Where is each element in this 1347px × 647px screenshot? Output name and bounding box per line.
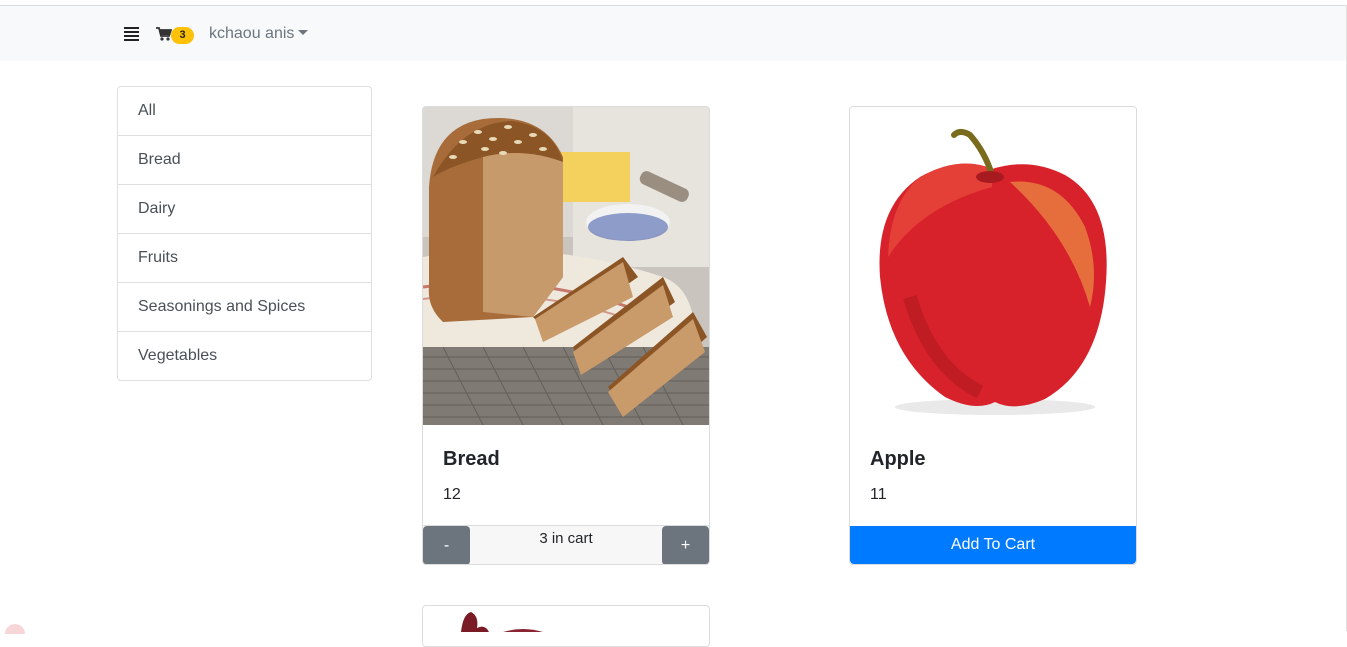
product-title: Bread [443,448,500,470]
product-image-partial [461,612,543,632]
product-image-bread [423,107,709,425]
list-icon[interactable] [122,26,142,42]
decorative-corner [5,624,25,634]
cart-count-badge: 3 [171,27,194,44]
navbar: 3 kchaou anis [0,6,1346,61]
category-item-seasonings[interactable]: Seasonings and Spices [118,282,371,331]
category-item-all[interactable]: All [118,87,371,135]
user-name: kchaou anis [209,25,295,42]
caret-down-icon [298,30,309,35]
category-item-dairy[interactable]: Dairy [118,184,371,233]
product-price: 12 [443,486,461,503]
category-item-bread[interactable]: Bread [118,135,371,184]
product-image-apple [850,107,1136,425]
product-card-apple: Apple 11 Add To Cart [849,106,1137,565]
product-card-partial [422,605,710,647]
product-title: Apple [870,448,926,470]
product-price: 11 [870,486,887,503]
category-item-fruits[interactable]: Fruits [118,233,371,282]
product-card-bread: Bread 12 - 3 in cart + [422,106,710,565]
category-list: All Bread Dairy Fruits Seasonings and Sp… [117,86,372,381]
add-to-cart-button[interactable]: Add To Cart [850,526,1136,564]
increase-quantity-button[interactable]: + [662,526,709,564]
quantity-stepper: - 3 in cart + [423,525,709,564]
shopping-cart-icon [156,27,172,41]
user-dropdown[interactable]: kchaou anis [209,25,309,43]
category-item-vegetables[interactable]: Vegetables [118,331,371,380]
